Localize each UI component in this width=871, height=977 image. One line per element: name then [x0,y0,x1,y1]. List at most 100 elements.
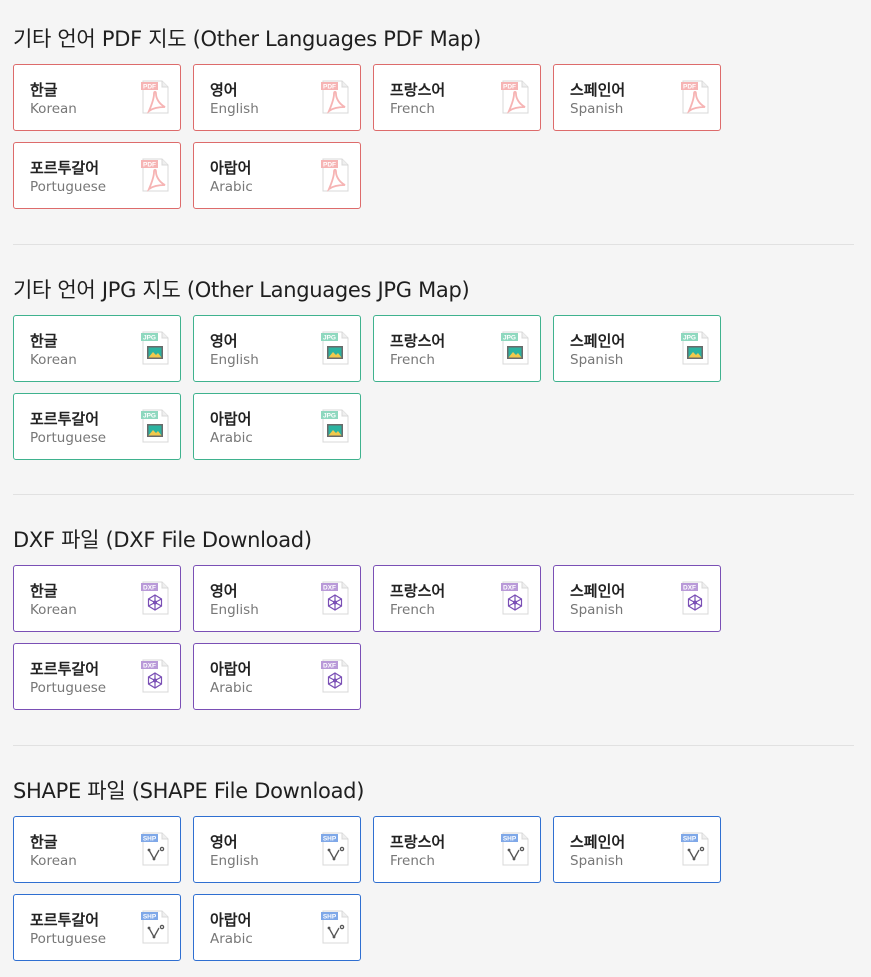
svg-text:JPG: JPG [683,335,696,342]
jpg-download-arabic[interactable]: 아랍어 Arabic JPG [193,393,361,460]
svg-text:PDF: PDF [503,84,516,91]
section-title: DXF 파일 (DXF File Download) [13,528,312,552]
jpg-file-icon: JPG [141,409,169,443]
language-name-en: Portuguese [30,931,107,947]
section-title: 기타 언어 PDF 지도 (Other Languages PDF Map) [13,27,481,51]
language-name-en: English [210,853,259,869]
dxf-file-icon: DXF [501,581,529,615]
language-name-ko: 아랍어 [210,911,252,929]
language-name-ko: 아랍어 [210,410,252,428]
pdf-download-english[interactable]: 영어 English PDF [193,64,361,131]
section-divider [13,244,854,245]
language-name-en: Arabic [210,430,253,446]
language-name-en: Spanish [570,352,624,368]
jpg-download-english[interactable]: 영어 English JPG [193,315,361,382]
dxf-download-spanish[interactable]: 스페인어 Spanish DXF [553,565,721,632]
language-name-ko: 한글 [30,582,58,600]
svg-text:PDF: PDF [143,84,156,91]
jpg-file-icon: JPG [141,331,169,365]
language-name-en: English [210,602,259,618]
pdf-download-portuguese[interactable]: 포르투갈어 Portuguese PDF [13,142,181,209]
language-name-en: Arabic [210,179,253,195]
language-name-en: Spanish [570,853,624,869]
language-name-en: Korean [30,853,77,869]
jpg-file-icon: JPG [501,331,529,365]
svg-text:SHP: SHP [683,836,697,843]
pdf-download-french[interactable]: 프랑스어 French PDF [373,64,541,131]
pdf-file-icon: PDF [501,80,529,114]
dxf-download-korean[interactable]: 한글 Korean DXF [13,565,181,632]
language-name-en: Spanish [570,602,624,618]
jpg-download-french[interactable]: 프랑스어 French JPG [373,315,541,382]
language-name-ko: 포르투갈어 [30,911,100,929]
language-name-ko: 포르투갈어 [30,159,100,177]
svg-text:PDF: PDF [323,84,336,91]
language-name-en: English [210,101,259,117]
svg-text:DXF: DXF [323,585,336,592]
pdf-file-icon: PDF [321,158,349,192]
shp-download-english[interactable]: 영어 English SHP [193,816,361,883]
svg-text:SHP: SHP [503,836,517,843]
shp-file-icon: SHP [321,910,349,944]
language-name-ko: 스페인어 [570,332,626,350]
language-name-ko: 영어 [210,833,238,851]
pdf-download-korean[interactable]: 한글 Korean PDF [13,64,181,131]
jpg-download-spanish[interactable]: 스페인어 Spanish JPG [553,315,721,382]
language-name-ko: 포르투갈어 [30,410,100,428]
language-name-ko: 포르투갈어 [30,660,100,678]
language-name-en: Korean [30,602,77,618]
svg-text:SHP: SHP [323,836,337,843]
language-name-ko: 스페인어 [570,582,626,600]
language-name-ko: 영어 [210,582,238,600]
svg-text:PDF: PDF [323,162,336,169]
dxf-file-icon: DXF [321,659,349,693]
shp-download-french[interactable]: 프랑스어 French SHP [373,816,541,883]
jpg-file-icon: JPG [321,409,349,443]
language-name-en: Portuguese [30,680,107,696]
shp-download-korean[interactable]: 한글 Korean SHP [13,816,181,883]
dxf-download-french[interactable]: 프랑스어 French DXF [373,565,541,632]
shp-download-arabic[interactable]: 아랍어 Arabic SHP [193,894,361,961]
language-name-ko: 프랑스어 [390,332,446,350]
language-name-ko: 아랍어 [210,159,252,177]
dxf-download-english[interactable]: 영어 English DXF [193,565,361,632]
language-name-en: Portuguese [30,430,107,446]
svg-text:DXF: DXF [323,663,336,670]
language-name-ko: 스페인어 [570,833,626,851]
dxf-file-icon: DXF [141,659,169,693]
svg-text:SHP: SHP [143,914,157,921]
pdf-file-icon: PDF [681,80,709,114]
svg-text:JPG: JPG [143,335,156,342]
language-name-ko: 프랑스어 [390,81,446,99]
jpg-file-icon: JPG [681,331,709,365]
dxf-file-icon: DXF [681,581,709,615]
svg-text:SHP: SHP [323,914,337,921]
language-name-en: English [210,352,259,368]
pdf-file-icon: PDF [141,80,169,114]
dxf-download-portuguese[interactable]: 포르투갈어 Portuguese DXF [13,643,181,710]
language-name-en: Spanish [570,101,624,117]
pdf-download-arabic[interactable]: 아랍어 Arabic PDF [193,142,361,209]
dxf-download-arabic[interactable]: 아랍어 Arabic DXF [193,643,361,710]
language-name-ko: 한글 [30,332,58,350]
shp-download-portuguese[interactable]: 포르투갈어 Portuguese SHP [13,894,181,961]
svg-text:PDF: PDF [683,84,696,91]
shp-file-icon: SHP [321,832,349,866]
section-title: 기타 언어 JPG 지도 (Other Languages JPG Map) [13,278,470,302]
language-name-en: French [390,352,435,368]
svg-text:DXF: DXF [503,585,516,592]
svg-text:DXF: DXF [143,663,156,670]
jpg-download-portuguese[interactable]: 포르투갈어 Portuguese JPG [13,393,181,460]
shp-download-spanish[interactable]: 스페인어 Spanish SHP [553,816,721,883]
pdf-download-spanish[interactable]: 스페인어 Spanish PDF [553,64,721,131]
language-name-ko: 영어 [210,332,238,350]
section-shp: SHAPE 파일 (SHAPE File Download) 한글 Korean SH… [13,776,854,966]
language-name-en: French [390,853,435,869]
language-name-en: Portuguese [30,179,107,195]
shp-file-icon: SHP [681,832,709,866]
svg-text:JPG: JPG [143,413,156,420]
language-name-en: Korean [30,352,77,368]
jpg-download-korean[interactable]: 한글 Korean JPG [13,315,181,382]
language-name-ko: 프랑스어 [390,582,446,600]
section-jpg: 기타 언어 JPG 지도 (Other Languages JPG Map) 한글… [13,275,854,465]
